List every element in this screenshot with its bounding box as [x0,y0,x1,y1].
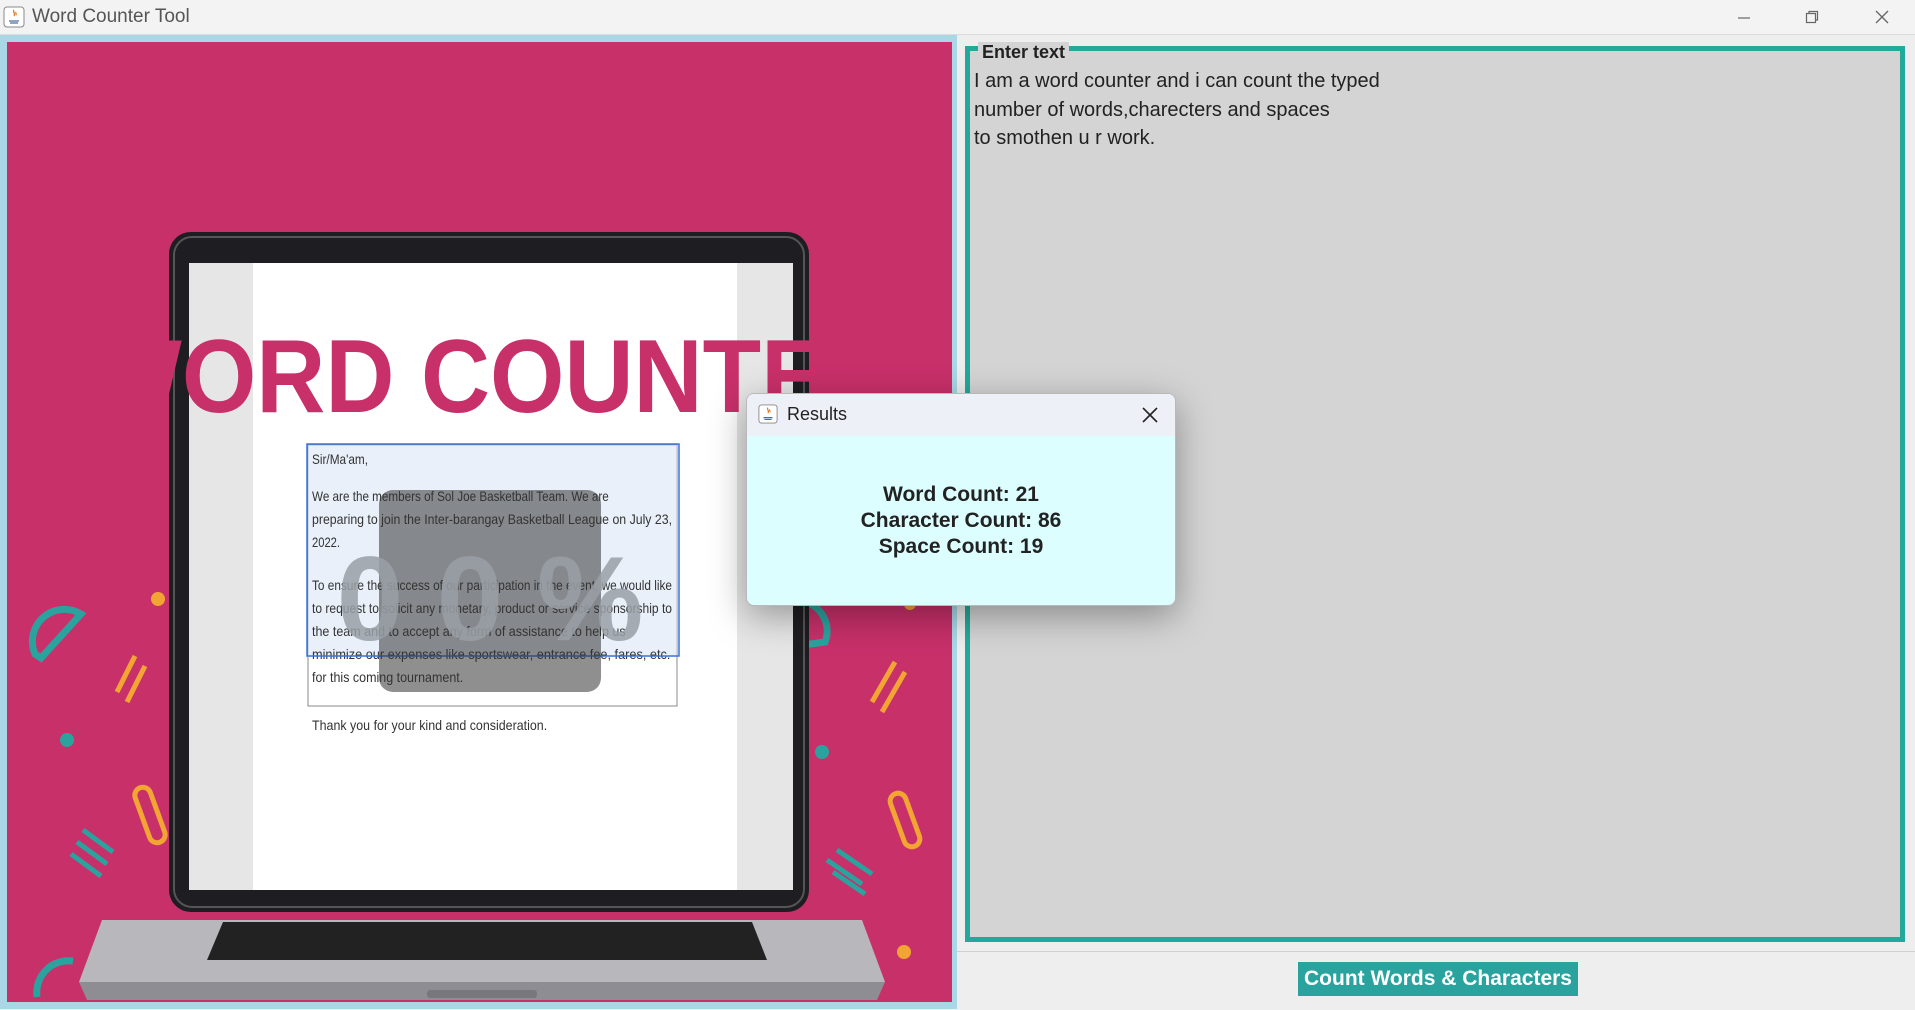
document-line: Sir/Ma'am, [312,451,368,467]
text-input-area[interactable]: I am a word counter and i can count the … [974,67,1894,153]
java-app-icon [3,6,25,28]
dialog-body: Word Count: 21 Character Count: 86 Space… [747,436,1175,605]
results-dialog: Results Word Count: 21 Character Count: … [746,393,1176,606]
restore-button[interactable] [1779,0,1845,34]
text-area-legend: Enter text [978,42,1070,63]
minimize-icon [1738,17,1750,19]
action-bar: Count Words & Characters [957,951,1915,1010]
dialog-title-bar[interactable]: Results [747,394,1175,436]
space-count-label: Space Count: 19 [878,534,1044,558]
word-count-label: Word Count: 21 [883,482,1039,506]
count-words-button[interactable]: Count Words & Characters [1298,962,1578,996]
document-line: Thank you for your kind and consideratio… [312,717,547,733]
restore-icon [1805,10,1819,24]
title-bar: Word Counter Tool [0,0,1915,35]
character-count-label: Character Count: 86 [860,508,1062,532]
close-window-button[interactable] [1849,0,1915,34]
close-icon [1142,407,1158,423]
window-title: Word Counter Tool [32,6,190,27]
minimize-button[interactable] [1711,0,1777,34]
dialog-close-button[interactable] [1133,398,1167,432]
java-app-icon [758,404,778,424]
banner-digits: 0 0 % [337,532,644,666]
close-icon [1875,10,1889,24]
dialog-title: Results [787,404,848,424]
